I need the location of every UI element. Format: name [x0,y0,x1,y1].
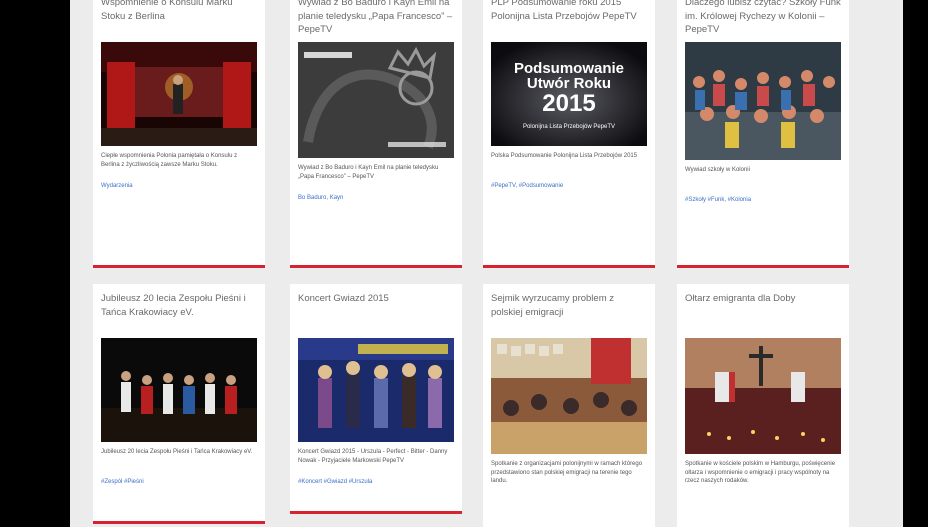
article-excerpt: Ciepłe wspomnienia Polonia pamiętała o K… [101,153,238,168]
letterbox-right [903,0,928,527]
article-thumbnail[interactable] [298,42,454,158]
article-excerpt: Jubileusz 20 lecia Zespołu Pieśni i Tańc… [101,449,253,455]
article-thumbnail[interactable] [685,42,841,160]
article-title[interactable]: Sejmik wyrzucamy problem z polskiej emig… [491,292,647,332]
article-card[interactable]: Wspomnienie o Konsulu Marku Stoku z Berl… [93,0,265,268]
crown-logo-image [298,42,454,158]
article-title[interactable]: Wspomnienie o Konsulu Marku Stoku z Berl… [101,0,257,36]
article-thumbnail[interactable] [101,338,257,442]
article-title[interactable]: Dlaczego lubisz czytać? Szkoły Funk im. … [685,0,841,36]
thumb-caption: Polonijna Lista Przebojów PepeTV [522,124,616,130]
article-thumbnail[interactable] [101,42,257,146]
article-thumbnail[interactable] [298,338,454,442]
article-tags[interactable]: #PepeTV, #Podsumowanie [491,183,647,197]
article-title[interactable]: PLP Podsumowanie roku 2015 Polonijna Lis… [491,0,647,36]
crowd-photo [685,42,841,160]
article-card[interactable]: Wywiad z Bo Baduro i Kayn Emil na planie… [290,0,462,268]
article-tags[interactable]: Bo Baduro, Kayn [298,195,454,209]
stage-photo [101,42,257,146]
article-thumbnail[interactable] [491,338,647,454]
article-card[interactable]: Sejmik wyrzucamy problem z polskiej emig… [483,284,655,527]
article-excerpt: Spotkanie w kościele polskim w Hamburgu,… [685,461,836,484]
article-card[interactable]: Ołtarz emigranta dla Doby Spotkanie w ko… [677,284,849,527]
article-card[interactable]: Jubileusz 20 lecia Zespołu Pieśni i Tańc… [93,284,265,524]
article-excerpt: Polska Podsumowanie Polonijna Lista Prze… [491,153,638,159]
article-grid-page[interactable]: Wspomnienie o Konsulu Marku Stoku z Berl… [70,0,903,527]
meeting-photo [491,338,647,454]
dance-photo [101,338,257,442]
article-tags[interactable]: Wydarzenia [101,183,257,197]
article-title[interactable]: Wywiad z Bo Baduro i Kayn Emil na planie… [298,0,454,36]
article-tags[interactable]: #Zespół #Pieśni [101,479,257,493]
article-excerpt: Wywiad z Bo Baduro i Kayn Emil na planie… [298,165,439,180]
article-excerpt: Wywiad szkoły w Kolonii [685,167,750,173]
letterbox-left [0,0,70,527]
video-frame: Wspomnienie o Konsulu Marku Stoku z Berl… [0,0,928,527]
article-card[interactable]: Dlaczego lubisz czytać? Szkoły Funk im. … [677,0,849,268]
church-photo [685,338,841,454]
article-thumbnail[interactable]: Podsumowanie Utwór Roku 2015 Polonijna L… [491,42,647,146]
article-excerpt: Koncert Gwiazd 2015 - Urszula - Perfect … [298,449,448,464]
article-title[interactable]: Koncert Gwiazd 2015 [298,292,454,332]
article-card[interactable]: PLP Podsumowanie roku 2015 Polonijna Lis… [483,0,655,268]
article-excerpt: Spotkanie z organizacjami polonijnymi w … [491,461,643,484]
concert-photo [298,338,454,442]
article-tags[interactable]: #Szkoły #Funk, #Kolonia [685,197,841,211]
article-thumbnail[interactable] [685,338,841,454]
article-title[interactable]: Ołtarz emigranta dla Doby [685,292,841,332]
article-title[interactable]: Jubileusz 20 lecia Zespołu Pieśni i Tańc… [101,292,257,332]
article-tags[interactable]: #Koncert #Gwiazd #Urszula [298,479,454,493]
article-card[interactable]: Koncert Gwiazd 2015 Koncert Gwiazd 2015 … [290,284,462,514]
thumb-year: 2015 [542,90,596,117]
